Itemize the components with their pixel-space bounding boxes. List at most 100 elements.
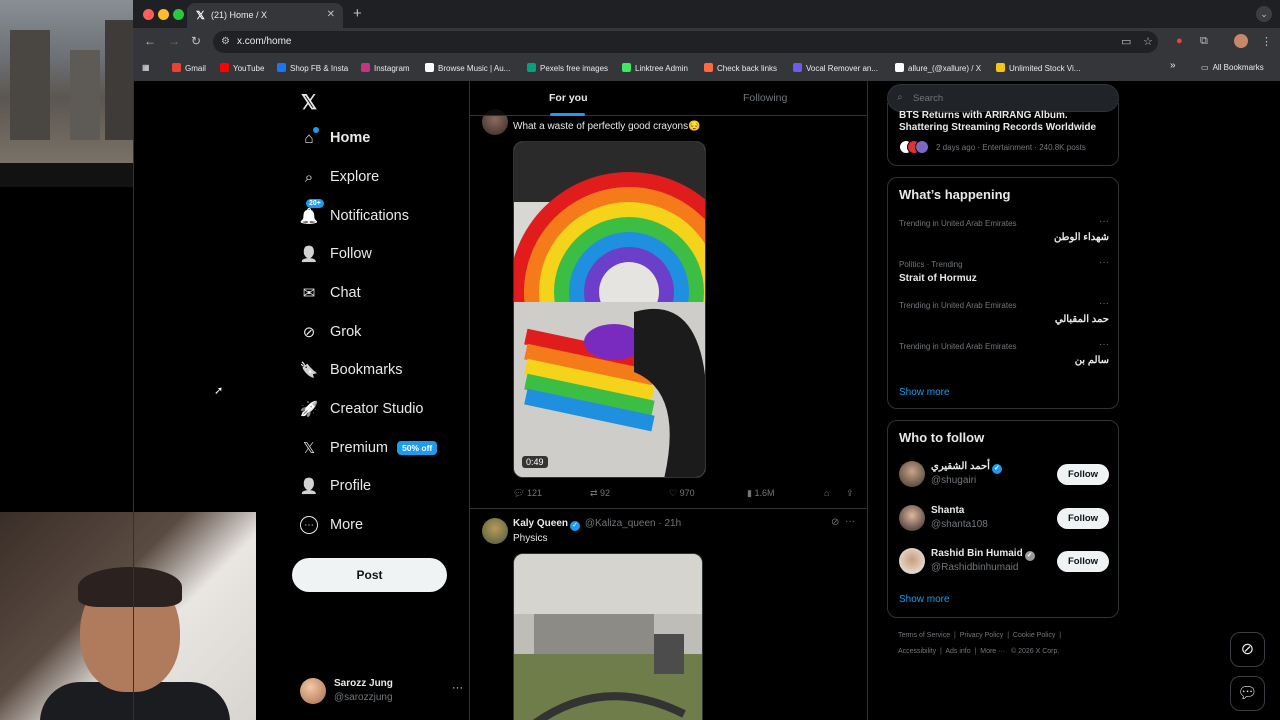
bookmark-allure[interactable]: allure_(@xallure) / X <box>895 63 981 73</box>
back-icon[interactable]: ← <box>144 34 156 48</box>
suggestion-name: Shanta <box>931 505 965 516</box>
nav-item-notifications[interactable]: 🔔 20+ Notifications <box>300 199 409 231</box>
account-switcher[interactable]: Sarozz Jung @sarozzjung ··· <box>300 676 463 706</box>
footer-link-ads-info[interactable]: Ads info <box>945 648 970 655</box>
follow-button[interactable]: Follow <box>1057 551 1109 572</box>
trend-item[interactable]: Trending in United Arab Emirates حمد الم… <box>899 298 1109 325</box>
forward-icon[interactable]: → <box>168 34 180 48</box>
bookmark-stock-video[interactable]: Unlimited Stock Vi... <box>996 63 1080 73</box>
post-button[interactable]: Post <box>292 558 447 592</box>
share-icon[interactable]: ⇪ <box>846 488 854 499</box>
footer-link-cookie[interactable]: Cookie Policy <box>1013 632 1055 639</box>
grok-explain-icon[interactable]: ⊘ <box>831 517 839 528</box>
nav-item-profile[interactable]: 👤 Profile <box>300 471 371 501</box>
x-home-logo-icon[interactable]: 𝕏 <box>301 90 317 115</box>
trend-topic: شهداء الوطن <box>1053 232 1109 243</box>
bookmark-vocal-remover[interactable]: Vocal Remover an... <box>793 63 878 73</box>
nav-item-explore[interactable]: ⌕ Explore <box>300 162 379 192</box>
trend-item[interactable]: Politics · Trending Strait of Hormuz ··· <box>899 257 1109 284</box>
like-button[interactable]: ♡ 970 <box>669 488 695 499</box>
footer-link-privacy[interactable]: Privacy Policy <box>960 632 1004 639</box>
bookmark-gmail[interactable]: Gmail <box>172 63 206 73</box>
browser-tab[interactable]: 𝕏 (21) Home / X ✕ <box>187 3 343 28</box>
show-more-link[interactable]: Show more <box>899 387 950 398</box>
tweet-video[interactable] <box>513 553 703 720</box>
nav-item-home[interactable]: ⌂ Home <box>300 123 370 153</box>
close-tab-icon[interactable]: ✕ <box>327 9 335 20</box>
views-count[interactable]: ▮ 1.6M <box>747 488 774 499</box>
footer-link-more[interactable]: More ··· <box>980 648 1005 655</box>
chat-floating-icon[interactable]: 💬︎ <box>1230 676 1265 711</box>
apps-grid-icon[interactable]: ▦ <box>142 63 150 72</box>
reload-icon[interactable]: ↻ <box>191 34 201 48</box>
browser-menu-icon[interactable]: ⋮ <box>1261 35 1272 48</box>
zoom-window-dot[interactable] <box>173 9 184 20</box>
home-icon: ⌂ <box>300 127 319 147</box>
bookmark-browse-music[interactable]: Browse Music | Au... <box>425 63 510 73</box>
tweet-video[interactable]: 0:49 <box>513 141 706 478</box>
follow-suggestion[interactable]: أحمد الشقيري ✓ @shugairi Follow <box>899 459 1109 489</box>
show-more-link[interactable]: Show more <box>899 594 950 605</box>
tab-for-you[interactable]: For you <box>549 92 588 104</box>
nav-item-follow[interactable]: 👤 Follow <box>300 239 372 269</box>
footer-link-terms[interactable]: Terms of Service <box>898 632 950 639</box>
suggestion-handle: @Rashidbinhumaid <box>931 562 1019 573</box>
bookmark-pexels[interactable]: Pexels free images <box>527 63 608 73</box>
extension-icon[interactable]: ● <box>1176 35 1183 47</box>
bookmark-backlinks[interactable]: Check back links <box>704 63 777 73</box>
account-more-icon[interactable]: ··· <box>452 682 463 694</box>
close-window-dot[interactable] <box>143 9 154 20</box>
bookmark-button-icon[interactable]: ⌂ <box>824 488 829 498</box>
person-icon: 👤 <box>299 478 319 495</box>
nav-item-creator-studio[interactable]: 🚀 Creator Studio <box>300 394 424 424</box>
avatar[interactable] <box>899 461 925 487</box>
avatar[interactable] <box>899 548 925 574</box>
bookmark-youtube[interactable]: YouTube <box>220 63 264 73</box>
trend-item[interactable]: Trending in United Arab Emirates سالم بن… <box>899 339 1109 366</box>
tweet-author-name[interactable]: Kaly Queen <box>513 518 568 529</box>
tweet-author-handle[interactable]: @Kaliza_queen · 21h <box>585 518 681 529</box>
follow-button[interactable]: Follow <box>1057 464 1109 485</box>
tab-search-icon[interactable]: ⌄ <box>1256 6 1272 22</box>
nav-label: Creator Studio <box>330 401 424 417</box>
tweet-more-icon[interactable]: ··· <box>845 516 855 527</box>
nav-item-premium[interactable]: 𝕏 Premium 50% off <box>300 433 438 463</box>
bookmarks-overflow-icon[interactable]: » <box>1170 60 1176 71</box>
trend-item[interactable]: Trending in United Arab Emirates شهداء ا… <box>899 216 1109 243</box>
reply-button[interactable]: 💬︎ 121 <box>513 488 542 499</box>
star-bookmark-icon[interactable]: ☆ <box>1143 35 1153 48</box>
nav-item-grok[interactable]: ⊘ Grok <box>300 317 362 347</box>
nav-item-bookmarks[interactable]: 🔖 Bookmarks <box>300 355 403 385</box>
grok-icon: ⊘ <box>302 324 316 341</box>
follow-suggestion[interactable]: Shanta @shanta108 Follow <box>899 503 1109 533</box>
top-story-card[interactable]: BTS Returns with ARIRANG Album, Shatteri… <box>887 103 1119 166</box>
new-tab-icon[interactable]: + <box>353 5 362 22</box>
nav-item-chat[interactable]: ✉ Chat <box>300 278 361 308</box>
profile-avatar-icon[interactable] <box>1234 34 1248 48</box>
trend-more-icon[interactable]: ··· <box>1099 298 1109 309</box>
avatar[interactable] <box>482 518 508 544</box>
cast-icon[interactable]: ▭ <box>1121 35 1131 48</box>
bookmark-shop[interactable]: Shop FB & Insta <box>277 63 348 73</box>
trend-more-icon[interactable]: ··· <box>1099 339 1109 350</box>
tab-following[interactable]: Following <box>743 92 787 104</box>
follow-suggestion[interactable]: Rashid Bin Humaid ✓ @Rashidbinhumaid Foll… <box>899 546 1109 576</box>
extensions-puzzle-icon[interactable]: ⧉ <box>1200 35 1208 48</box>
trend-more-icon[interactable]: ··· <box>1099 216 1109 227</box>
timeline-tabs: For you Following <box>470 81 867 116</box>
bookmark-linktree[interactable]: Linktree Admin <box>622 63 688 73</box>
tweet[interactable]: What a waste of perfectly good crayons😔 <box>470 105 867 509</box>
nav-item-more[interactable]: ⋯ More <box>300 510 363 540</box>
tweet[interactable]: Kaly Queen ✓ @Kaliza_queen · 21h ⊘ ··· Ph… <box>470 510 867 720</box>
bookmark-instagram[interactable]: Instagram <box>361 63 410 73</box>
address-bar[interactable]: ⚙ x.com/home <box>213 31 1158 53</box>
minimize-window-dot[interactable] <box>158 9 169 20</box>
site-info-icon[interactable]: ⚙ <box>221 36 230 47</box>
all-bookmarks-button[interactable]: ▭ All Bookmarks <box>1201 63 1264 72</box>
footer-link-accessibility[interactable]: Accessibility <box>898 648 936 655</box>
follow-button[interactable]: Follow <box>1057 508 1109 529</box>
repost-button[interactable]: ⇄ 92 <box>590 488 610 499</box>
trend-more-icon[interactable]: ··· <box>1099 257 1109 268</box>
grok-floating-icon[interactable]: ⊘ <box>1230 632 1265 667</box>
avatar[interactable] <box>899 505 925 531</box>
